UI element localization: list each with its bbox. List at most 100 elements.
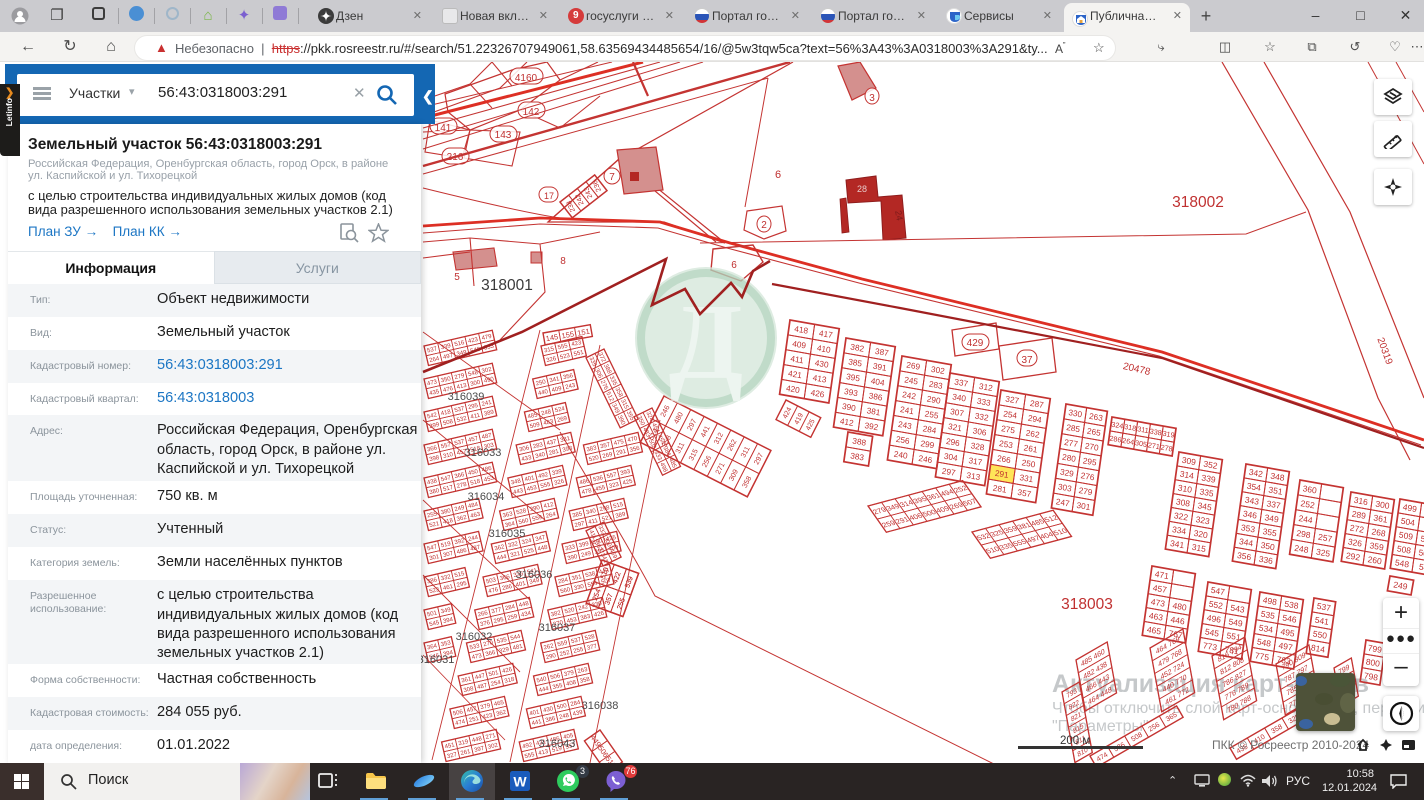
svg-text:345: 345 — [1197, 500, 1213, 512]
svg-text:387: 387 — [874, 346, 889, 358]
svg-text:322: 322 — [1173, 510, 1189, 522]
svg-text:277: 277 — [1064, 437, 1079, 449]
svg-text:315: 315 — [619, 398, 629, 410]
svg-text:409: 409 — [792, 338, 807, 350]
svg-text:296: 296 — [945, 436, 960, 448]
svg-text:465: 465 — [1146, 624, 1162, 636]
svg-text:256: 256 — [700, 454, 713, 469]
svg-text:550: 550 — [1312, 628, 1328, 640]
svg-text:17: 17 — [544, 191, 554, 201]
svg-text:318002: 318002 — [1172, 194, 1224, 211]
svg-text:349: 349 — [1264, 512, 1280, 524]
svg-text:348: 348 — [1270, 471, 1286, 483]
svg-text:271: 271 — [1147, 440, 1160, 451]
svg-text:266: 266 — [996, 453, 1011, 465]
svg-text:250: 250 — [1021, 457, 1036, 469]
svg-text:281: 281 — [992, 483, 1007, 495]
svg-text:330: 330 — [1068, 407, 1083, 419]
svg-text:775: 775 — [1254, 650, 1270, 662]
svg-text:297: 297 — [941, 466, 956, 478]
svg-text:283: 283 — [928, 379, 943, 391]
svg-text:313: 313 — [966, 470, 981, 482]
svg-text:390: 390 — [841, 401, 856, 413]
svg-text:262: 262 — [725, 438, 738, 453]
svg-text:309: 309 — [1181, 455, 1197, 467]
svg-text:145: 145 — [545, 332, 559, 343]
svg-text:280: 280 — [1062, 452, 1077, 464]
svg-text:316038: 316038 — [582, 700, 619, 712]
svg-text:255: 255 — [924, 408, 939, 420]
svg-text:311: 311 — [738, 445, 751, 459]
svg-text:356: 356 — [1237, 550, 1253, 562]
svg-text:276: 276 — [1080, 470, 1095, 482]
svg-text:279: 279 — [1078, 485, 1093, 497]
svg-text:480: 480 — [672, 410, 685, 425]
svg-text:508: 508 — [1396, 543, 1412, 555]
svg-text:355: 355 — [1262, 526, 1278, 538]
svg-text:"Параметры": "Параметры" — [1052, 718, 1149, 735]
svg-text:2: 2 — [761, 220, 767, 231]
svg-text:548: 548 — [1256, 636, 1272, 648]
svg-text:284: 284 — [922, 423, 937, 435]
svg-text:421: 421 — [788, 368, 803, 380]
svg-text:305: 305 — [1135, 438, 1148, 449]
svg-text:320: 320 — [1193, 528, 1209, 540]
svg-text:297: 297 — [685, 417, 698, 432]
svg-text:495: 495 — [1280, 626, 1296, 638]
svg-text:331: 331 — [1019, 472, 1034, 484]
svg-text:265: 265 — [1086, 426, 1101, 438]
svg-text:534: 534 — [1258, 622, 1274, 634]
svg-text:340: 340 — [952, 391, 967, 403]
svg-text:5: 5 — [454, 272, 460, 283]
svg-text:285: 285 — [1066, 422, 1081, 434]
svg-text:143: 143 — [495, 130, 512, 141]
svg-text:359: 359 — [1369, 540, 1385, 552]
svg-text:506: 506 — [1420, 533, 1424, 545]
svg-text:411: 411 — [790, 353, 805, 365]
svg-text:773: 773 — [1202, 640, 1218, 652]
svg-text:311: 311 — [673, 441, 686, 455]
svg-text:344: 344 — [1238, 536, 1254, 548]
svg-text:814: 814 — [1310, 642, 1326, 654]
svg-text:Д: Д — [669, 283, 743, 402]
svg-text:350: 350 — [1260, 540, 1276, 552]
svg-text:355: 355 — [625, 410, 635, 422]
svg-text:306: 306 — [972, 425, 987, 437]
svg-text:20319: 20319 — [1374, 336, 1394, 366]
svg-text:260: 260 — [1367, 554, 1383, 566]
svg-text:357: 357 — [1017, 487, 1032, 499]
svg-text:543: 543 — [1230, 602, 1246, 614]
svg-text:799: 799 — [1367, 643, 1383, 655]
svg-text:268: 268 — [1371, 526, 1387, 538]
svg-text:504: 504 — [1400, 516, 1416, 528]
svg-text:505: 505 — [1418, 547, 1424, 559]
svg-text:430: 430 — [814, 357, 829, 369]
svg-text:246: 246 — [658, 404, 671, 419]
svg-text:388: 388 — [602, 363, 612, 375]
svg-text:3: 3 — [869, 93, 875, 104]
svg-text:248: 248 — [1294, 543, 1310, 555]
svg-text:393: 393 — [844, 386, 859, 398]
svg-text:352: 352 — [1203, 459, 1219, 471]
svg-text:270: 270 — [1084, 440, 1099, 452]
svg-text:310: 310 — [1177, 482, 1193, 494]
svg-text:316037: 316037 — [539, 622, 576, 634]
svg-text:300: 300 — [1375, 499, 1391, 511]
svg-text:353: 353 — [1240, 522, 1256, 534]
svg-text:392: 392 — [864, 420, 879, 432]
svg-text:264: 264 — [1122, 436, 1135, 447]
svg-text:471: 471 — [1154, 569, 1170, 581]
svg-text:317: 317 — [968, 455, 983, 467]
svg-text:358: 358 — [740, 474, 753, 489]
svg-text:420: 420 — [785, 383, 800, 395]
svg-text:311: 311 — [1137, 424, 1150, 435]
svg-text:316: 316 — [1353, 495, 1369, 507]
svg-text:269: 269 — [906, 359, 921, 371]
svg-text:329: 329 — [1059, 466, 1074, 478]
svg-text:6: 6 — [775, 169, 781, 181]
svg-text:418: 418 — [794, 323, 809, 335]
svg-text:316035: 316035 — [489, 528, 526, 540]
svg-text:497: 497 — [1278, 640, 1294, 652]
svg-text:290: 290 — [926, 393, 941, 405]
svg-text:395: 395 — [846, 371, 861, 383]
